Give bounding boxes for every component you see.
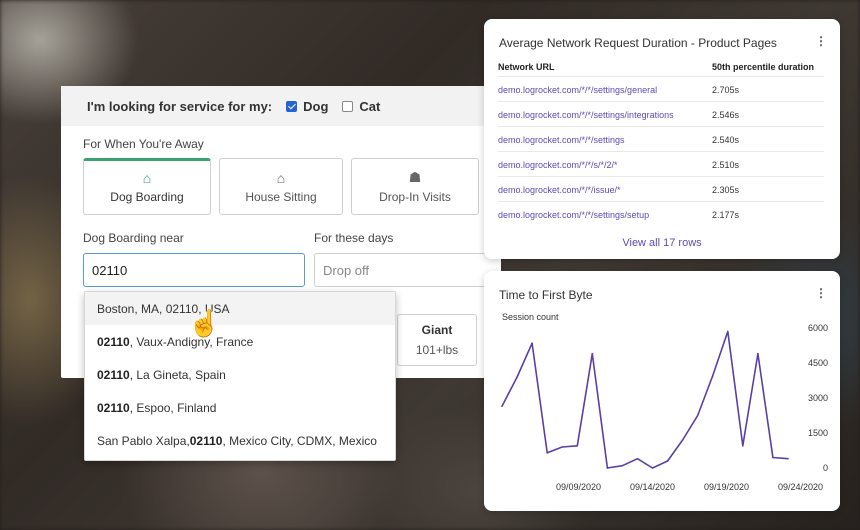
data-point <box>501 405 503 407</box>
service-label: Dog Boarding <box>110 190 184 204</box>
column-header-url: Network URL <box>498 62 555 72</box>
suggestion-text: Boston, MA, 0 <box>97 301 173 316</box>
data-point <box>636 457 639 460</box>
row-duration: 2.546s <box>712 110 740 120</box>
data-point <box>696 414 699 417</box>
dog-checkbox-box[interactable] <box>286 100 298 112</box>
data-point <box>516 376 518 378</box>
pet-selector-heading: I'm looking for service for my: <box>87 98 273 114</box>
suggestion-item[interactable]: San Pablo Xalpa, 02110, Mexico City, CDM… <box>85 424 395 457</box>
table-row[interactable]: demo.logrocket.com/*/*/settings/integrat… <box>498 101 824 126</box>
data-point <box>757 352 759 355</box>
row-duration: 2.705s <box>712 85 740 95</box>
card-title: Average Network Request Duration - Produ… <box>499 36 777 50</box>
size-option-range: 101+lbs <box>415 343 459 357</box>
row-duration: 2.540s <box>712 135 740 145</box>
suggestion-item[interactable]: 02110, Espoo, Finland <box>85 391 395 424</box>
dates-label: For these days <box>314 231 394 245</box>
more-options-icon[interactable]: ⋮ <box>815 34 827 48</box>
row-url[interactable]: demo.logrocket.com/*/*/settings/general <box>498 85 657 95</box>
size-option-label: Giant <box>421 323 453 337</box>
location-label: Dog Boarding near <box>83 231 184 245</box>
data-point <box>742 445 744 447</box>
data-point <box>546 452 548 454</box>
ttfb-line-chart <box>501 330 789 469</box>
network-duration-card: Average Network Request Duration - Produ… <box>484 19 840 259</box>
table-row[interactable]: demo.logrocket.com/*/*/settings 2.540s <box>498 126 824 151</box>
suggestion-text: , La Gineta, Spain <box>129 367 226 382</box>
table-row[interactable]: demo.logrocket.com/*/*/s/*/2/* 2.510s <box>498 151 824 176</box>
service-dog-boarding[interactable]: ⌂ Dog Boarding <box>83 158 211 215</box>
view-all-rows-link[interactable]: View all 17 rows <box>484 237 840 249</box>
dog-checkbox-label: Dog <box>303 98 329 114</box>
hand-cursor-icon: ☝ <box>188 308 221 338</box>
data-point <box>726 330 729 333</box>
suggestion-item[interactable]: 02110, Vaux-Andigny, France <box>85 325 395 358</box>
data-point <box>651 467 654 469</box>
data-point <box>561 446 564 448</box>
row-duration: 2.305s <box>712 185 740 195</box>
service-label: House Sitting <box>245 190 317 204</box>
dog-checkbox[interactable]: Dog <box>286 99 328 114</box>
data-point <box>772 456 774 459</box>
series-line <box>501 330 789 469</box>
cat-checkbox-box[interactable] <box>342 100 354 112</box>
dropoff-date-input[interactable]: Drop off <box>314 253 501 287</box>
service-house-sitting[interactable]: ⌂ House Sitting <box>219 158 343 215</box>
suggestion-match: 02110 <box>97 367 130 382</box>
data-point <box>531 342 533 344</box>
house-sitting-icon: ⌂ <box>276 170 286 186</box>
row-url[interactable]: demo.logrocket.com/*/*/settings <box>498 135 625 145</box>
location-input[interactable]: 02110 <box>83 253 305 287</box>
row-url[interactable]: demo.logrocket.com/*/*/issue/* <box>498 185 621 195</box>
location-suggestions: Boston, MA, 0 211 0, USA 02110, Vaux-Andig… <box>84 291 396 461</box>
table-row[interactable]: demo.logrocket.com/*/*/settings/general … <box>498 76 824 101</box>
suggestion-text: , Mexico City, CDMX, Mexico <box>222 433 377 448</box>
pet-selector: I'm looking for service for my: Dog Cat <box>61 86 501 126</box>
table-row[interactable]: demo.logrocket.com/*/*/settings/setup 2.… <box>498 201 824 226</box>
suggestion-match: 02110 <box>97 334 130 349</box>
row-url[interactable]: demo.logrocket.com/*/*/s/*/2/* <box>498 160 618 170</box>
suggestion-text: San Pablo Xalpa, <box>97 433 190 448</box>
data-point <box>591 352 594 355</box>
size-option-giant[interactable]: Giant 101+lbs <box>397 314 477 366</box>
suggestion-item[interactable]: Boston, MA, 0 211 0, USA <box>85 291 395 326</box>
drop-in-visits-icon: ☗ <box>408 169 422 185</box>
suggestion-match: 02110 <box>189 433 223 448</box>
suggestion-item[interactable]: 02110, La Gineta, Spain <box>85 358 395 391</box>
service-label: Drop-In Visits <box>379 190 451 204</box>
cat-checkbox[interactable]: Cat <box>342 99 380 114</box>
row-url[interactable]: demo.logrocket.com/*/*/settings/integrat… <box>498 110 674 120</box>
dog-boarding-icon: ⌂ <box>142 170 152 186</box>
ttfb-card: Time to First Byte ⋮ Session count 6000 … <box>484 271 840 511</box>
data-point <box>666 460 669 462</box>
service-drop-in-visits[interactable]: ☗ Drop-In Visits <box>351 158 479 215</box>
row-url[interactable]: demo.logrocket.com/*/*/settings/setup <box>498 210 649 220</box>
data-point <box>606 467 609 469</box>
column-header-duration: 50th percentile duration <box>712 62 815 72</box>
row-duration: 2.177s <box>712 210 740 220</box>
data-point <box>787 457 789 460</box>
suggestion-text: , Espoo, Finland <box>129 400 217 415</box>
data-point <box>711 375 714 377</box>
data-point <box>681 439 684 441</box>
data-point <box>621 464 624 467</box>
data-point <box>576 445 579 447</box>
row-duration: 2.510s <box>712 160 740 170</box>
table-row[interactable]: demo.logrocket.com/*/*/issue/* 2.305s <box>498 176 824 201</box>
away-label: For When You're Away <box>83 137 204 151</box>
suggestion-match: 02110 <box>97 400 130 415</box>
cat-checkbox-label: Cat <box>359 98 381 114</box>
